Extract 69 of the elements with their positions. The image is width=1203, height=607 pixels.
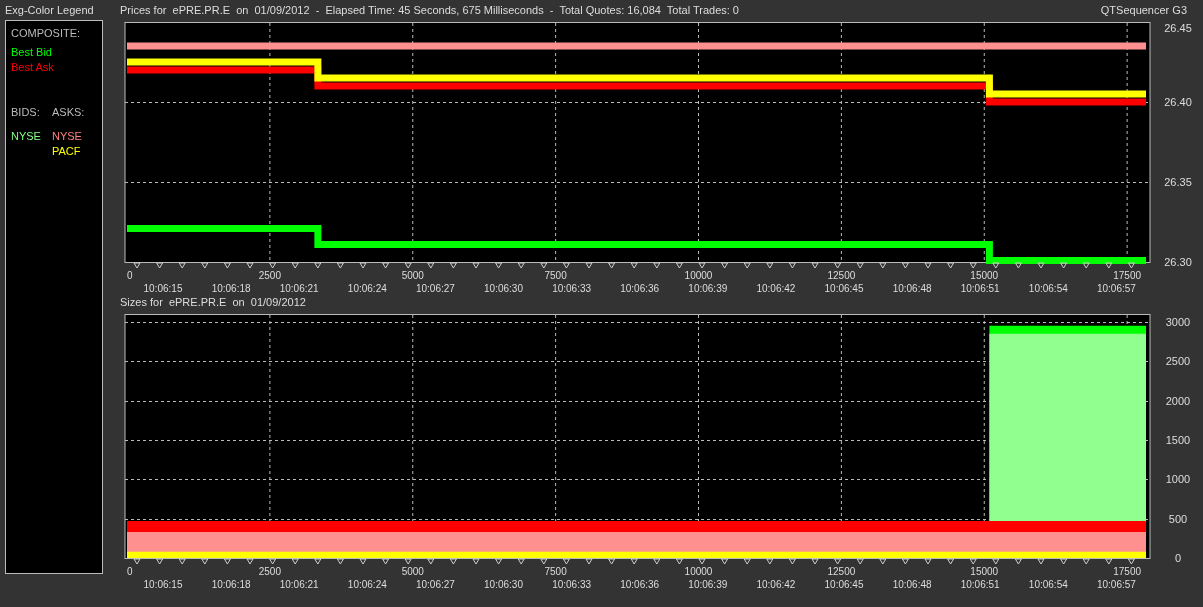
axis-label: 26.40 — [1164, 96, 1192, 108]
time-label: 10:06:21 — [279, 283, 319, 294]
time-label: 10:06:54 — [1028, 283, 1068, 294]
legend-item: PACF — [51, 145, 82, 158]
axis-label: 1500 — [1165, 433, 1191, 446]
time-label: 10:06:48 — [892, 283, 932, 294]
axis-label: 17500 — [1113, 270, 1142, 281]
axis-label: 10000 — [684, 270, 713, 281]
legend-heading: BIDS: — [11, 106, 41, 118]
time-label: 10:06:27 — [415, 579, 455, 590]
time-label: 10:06:24 — [347, 283, 387, 294]
time-label: 10:06:21 — [279, 579, 319, 590]
axis-label: 12500 — [827, 566, 856, 577]
time-label: 10:06:33 — [552, 579, 592, 590]
axis-label: 5000 — [401, 566, 424, 577]
time-label: 10:06:15 — [143, 579, 183, 590]
time-label: 10:06:18 — [211, 283, 251, 294]
axis-label: 1000 — [1165, 473, 1191, 486]
app-name: QTSequencer G3 — [1100, 4, 1187, 16]
time-label: 10:06:24 — [347, 579, 387, 590]
time-label: 10:06:36 — [620, 579, 660, 590]
axis-label: 2500 — [258, 270, 281, 281]
axis-label: 0 — [127, 566, 133, 577]
axis-label: 3000 — [1165, 315, 1191, 328]
axis-label: 15000 — [970, 566, 999, 577]
time-label: 10:06:57 — [1096, 283, 1136, 294]
axis-label: 2000 — [1165, 394, 1191, 407]
legend-title: Exg-Color Legend — [5, 4, 95, 18]
axis-label: 7500 — [544, 270, 567, 281]
axis-label: 5000 — [401, 270, 424, 281]
legend-item: NYSE — [51, 130, 83, 143]
time-label: 10:06:48 — [892, 579, 932, 590]
axis-label: 0 — [1174, 552, 1182, 564]
time-label: 10:06:33 — [552, 283, 592, 294]
legend-heading: COMPOSITE: — [11, 27, 82, 39]
legend-item: NYSE — [11, 130, 41, 143]
axis-label: 26.30 — [1164, 256, 1192, 268]
time-label: 10:06:45 — [824, 579, 864, 590]
axis-label: 26.35 — [1164, 176, 1192, 188]
time-label: 10:06:30 — [484, 579, 523, 590]
time-label: 10:06:15 — [143, 283, 183, 294]
axis-label: 2500 — [258, 566, 281, 577]
time-label: 10:06:30 — [484, 283, 523, 294]
legend-item: Best Bid — [11, 46, 53, 59]
time-label: 10:06:39 — [688, 283, 728, 294]
time-label: 10:06:57 — [1096, 579, 1136, 590]
axis-label: 12500 — [827, 270, 856, 281]
time-label: 10:06:51 — [960, 283, 1000, 294]
axis-label: 17500 — [1113, 566, 1142, 577]
axis-label: 15000 — [970, 270, 999, 281]
time-label: 10:06:45 — [824, 283, 864, 294]
time-label: 10:06:18 — [211, 579, 251, 590]
chart-title: Sizes for ePRE.PR.E on 01/09/2012 — [120, 296, 306, 308]
time-label: 10:06:54 — [1028, 579, 1068, 590]
time-label: 10:06:42 — [756, 579, 796, 590]
time-label: 10:06:27 — [415, 283, 455, 294]
time-label: 10:06:39 — [688, 579, 728, 590]
axis-label: 26.45 — [1164, 22, 1192, 34]
axis-label: 7500 — [544, 566, 567, 577]
time-label: 10:06:51 — [960, 579, 1000, 590]
time-label: 10:06:36 — [620, 283, 660, 294]
time-label: 10:06:42 — [756, 283, 796, 294]
legend-item: Best Ask — [11, 61, 55, 74]
axis-label: 2500 — [1165, 355, 1191, 368]
chart-title: Prices for ePRE.PR.E on 01/09/2012 - Elapsed Time: 45 Seconds, 675 Milliseconds - Total Quotes: 16,084 Total Trades: 0 — [120, 4, 739, 16]
axis-label: 10000 — [684, 566, 713, 577]
legend-heading: ASKS: — [51, 106, 85, 118]
axis-label: 0 — [127, 270, 133, 281]
axis-label: 500 — [1168, 512, 1188, 525]
